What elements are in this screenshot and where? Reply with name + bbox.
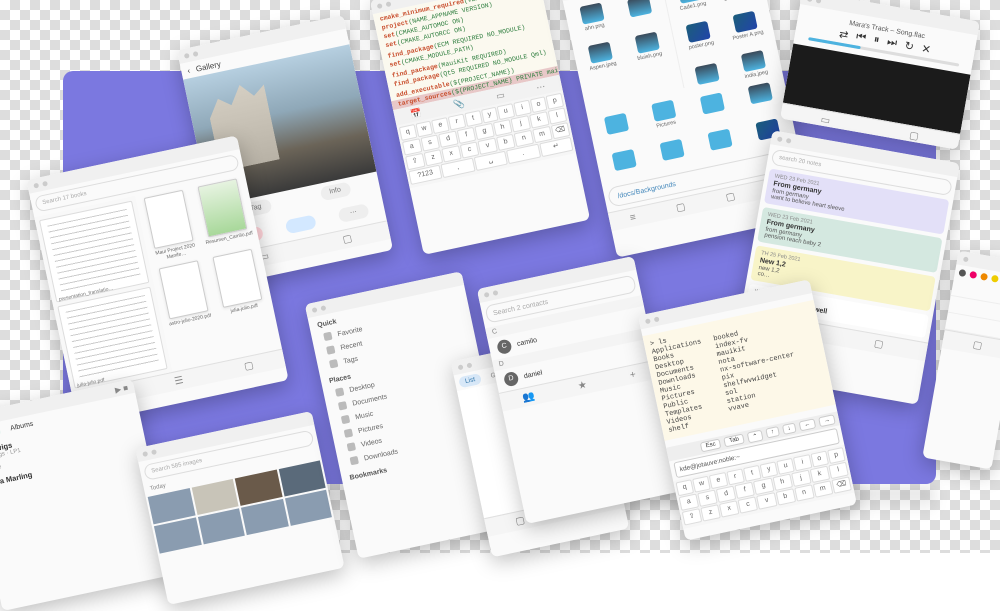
gallery-title: Gallery [195,59,222,73]
next-button[interactable]: ⏭ [886,35,898,50]
info-pill[interactable]: Info [319,181,351,201]
calendar-icon[interactable]: 📅 [410,107,423,120]
prev-button[interactable]: ⏮ [855,30,867,45]
close-icon[interactable]: ✕ [921,42,932,56]
clip-icon[interactable]: 📎 [452,98,465,111]
play-button[interactable]: ⏸ [873,33,881,47]
loop-icon[interactable]: ↻ [904,39,915,53]
pill-blue[interactable] [285,214,317,234]
terminal-icon[interactable]: ▭ [495,89,506,102]
shuffle-icon[interactable]: ⇄ [838,27,849,41]
pill-ellipsis[interactable]: ⋯ [337,203,369,223]
more-icon[interactable]: ⋯ [535,81,546,94]
back-button[interactable]: ‹ [186,66,190,75]
